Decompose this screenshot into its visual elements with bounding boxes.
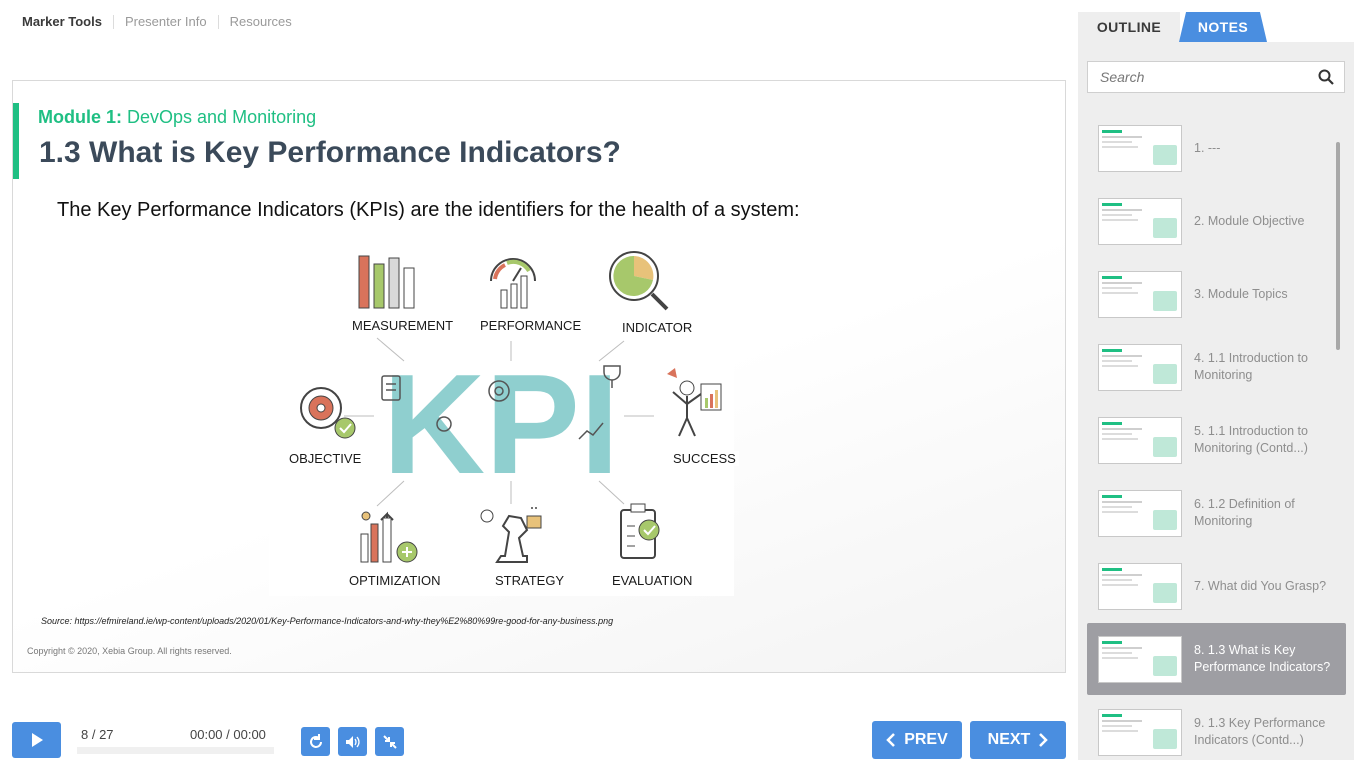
label-performance: PERFORMANCE (477, 318, 585, 333)
outline-item[interactable]: 8. 1.3 What is Key Performance Indicator… (1087, 623, 1346, 695)
outline-item-label: 3. Module Topics (1194, 286, 1288, 301)
volume-icon (345, 735, 360, 748)
slide-body-text: The Key Performance Indicators (KPIs) ar… (57, 199, 800, 221)
slide-thumbnail (1098, 416, 1182, 464)
slide-thumbnail (1098, 197, 1182, 245)
chevron-left-icon (886, 733, 896, 747)
kpi-diagram: KPI MEASUREMENT PERFORMANCE INDICATOR OB… (269, 246, 739, 596)
outline-item[interactable]: 3. Module Topics (1087, 258, 1346, 330)
slide-thumbnail (1098, 635, 1182, 683)
image-source: Source: https://efmireland.ie/wp-content… (41, 616, 614, 626)
label-strategy: STRATEGY (492, 573, 568, 588)
outline-panel: 1. --- 2. Module Objective 3. Module Topic… (1078, 42, 1354, 760)
volume-button[interactable] (338, 727, 367, 756)
kpi-artwork: KPI (269, 246, 734, 596)
replay-button[interactable] (301, 727, 330, 756)
player-window: Marker Tools Presenter Info Resources Mo… (0, 0, 1366, 768)
search-icon[interactable] (1318, 69, 1334, 85)
play-icon (31, 733, 43, 747)
outline-item-label: 5. 1.1 Introduction to Monitoring (Contd… (1194, 424, 1308, 455)
slide-thumbnail (1098, 343, 1182, 391)
slide-stage: Module 1: DevOps and Monitoring 1.3 What… (12, 80, 1066, 673)
title-accent-bar (13, 103, 19, 179)
next-button[interactable]: NEXT (970, 721, 1066, 759)
collapse-button[interactable] (375, 727, 404, 756)
collapse-arrows-icon (382, 734, 397, 749)
label-measurement: MEASUREMENT (349, 318, 457, 333)
label-optimization: OPTIMIZATION (346, 573, 444, 588)
tab-presenter-info[interactable]: Presenter Info (112, 15, 218, 29)
outline-item-label: 2. Module Objective (1194, 213, 1305, 228)
time-display: 00:00 / 00:00 (190, 727, 266, 742)
copyright: Copyright © 2020, Xebia Group. All right… (27, 646, 232, 656)
tab-marker-tools[interactable]: Marker Tools (22, 15, 113, 29)
outline-item-label: 1. --- (1194, 140, 1221, 155)
outline-item[interactable]: 9. 1.3 Key Performance Indicators (Contd… (1087, 696, 1346, 768)
prev-button[interactable]: PREV (872, 721, 962, 759)
top-tabs: Marker Tools Presenter Info Resources (22, 12, 303, 32)
module-heading: Module 1: DevOps and Monitoring (38, 107, 316, 128)
slide-title: 1.3 What is Key Performance Indicators? (39, 136, 621, 169)
tab-outline[interactable]: OUTLINE (1078, 12, 1180, 42)
outline-item[interactable]: 6. 1.2 Definition of Monitoring (1087, 477, 1346, 549)
prev-label: PREV (904, 731, 948, 748)
evaluation-icon (620, 503, 660, 559)
module-name: DevOps and Monitoring (127, 107, 317, 127)
label-success: SUCCESS (670, 451, 739, 466)
slide-thumbnail (1098, 562, 1182, 610)
label-evaluation: EVALUATION (609, 573, 696, 588)
seek-bar[interactable] (77, 747, 274, 754)
side-panel: OUTLINE NOTES 1. --- 2. Module Objective 3… (1078, 10, 1354, 760)
outline-item-label: 6. 1.2 Definition of Monitoring (1194, 497, 1295, 528)
slide-thumbnail (1098, 124, 1182, 172)
label-indicator: INDICATOR (619, 320, 696, 335)
next-label: NEXT (987, 731, 1031, 748)
module-prefix: Module 1: (38, 107, 122, 127)
outline-item-label: 7. What did You Grasp? (1194, 578, 1327, 593)
replay-icon (309, 733, 322, 748)
outline-item[interactable]: 2. Module Objective (1087, 185, 1346, 257)
outline-item-label: 8. 1.3 What is Key Performance Indicator… (1194, 643, 1331, 674)
label-objective: OBJECTIVE (286, 451, 365, 466)
search-input[interactable] (1088, 62, 1308, 92)
search-box (1087, 61, 1345, 93)
outline-item-label: 9. 1.3 Key Performance Indicators (Contd… (1194, 716, 1326, 747)
outline-item[interactable]: 7. What did You Grasp? (1087, 550, 1346, 622)
slide-counter: 8 / 27 (81, 727, 114, 742)
kpi-center-text: KPI (383, 345, 620, 504)
outline-item-label: 4. 1.1 Introduction to Monitoring (1194, 351, 1308, 382)
play-button[interactable] (12, 722, 61, 758)
tab-resources[interactable]: Resources (217, 15, 303, 29)
slide-thumbnail (1098, 489, 1182, 537)
outline-item[interactable]: 5. 1.1 Introduction to Monitoring (Contd… (1087, 404, 1346, 476)
slide-thumbnail (1098, 270, 1182, 318)
slide-thumbnail (1098, 708, 1182, 756)
tab-notes[interactable]: NOTES (1179, 12, 1267, 42)
outline-item[interactable]: 1. --- (1087, 112, 1346, 184)
outline-item[interactable]: 4. 1.1 Introduction to Monitoring (1087, 331, 1346, 403)
outline-scrollbar[interactable] (1336, 142, 1340, 350)
chevron-right-icon (1039, 733, 1049, 747)
